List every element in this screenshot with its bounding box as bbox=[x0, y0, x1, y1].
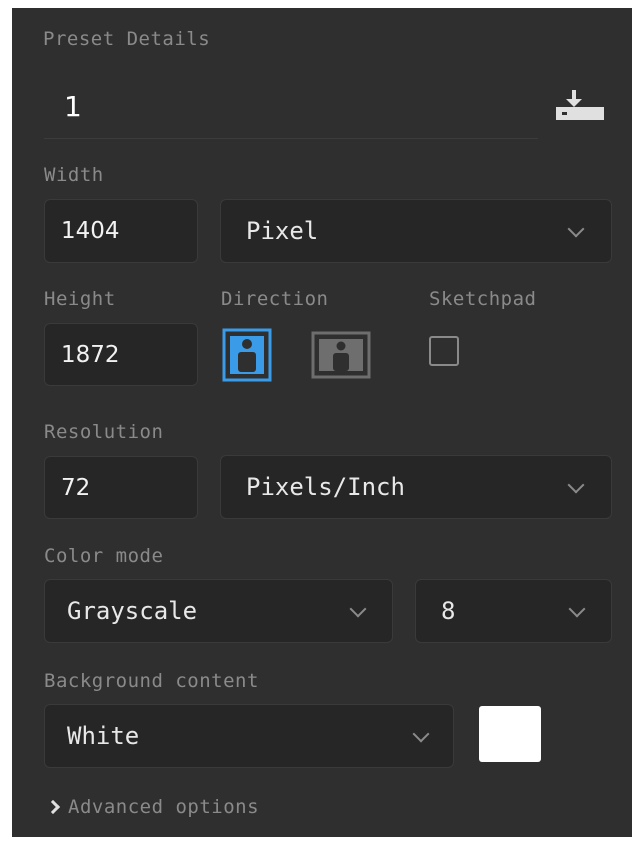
chevron-down-icon bbox=[412, 725, 430, 743]
width-unit-value: Pixel bbox=[246, 217, 319, 245]
bit-depth-select[interactable]: 8 bbox=[415, 579, 612, 643]
resolution-input[interactable]: 72 bbox=[44, 456, 198, 519]
height-label: Height bbox=[44, 288, 116, 310]
width-value: 1404 bbox=[61, 218, 120, 244]
height-input[interactable]: 1872 bbox=[44, 323, 198, 386]
width-label: Width bbox=[44, 164, 104, 186]
resolution-unit-select[interactable]: Pixels/Inch bbox=[220, 455, 612, 519]
advanced-options-toggle[interactable]: Advanced options bbox=[45, 794, 260, 820]
chevron-down-icon bbox=[567, 220, 585, 238]
portrait-icon bbox=[222, 328, 272, 382]
advanced-options-label: Advanced options bbox=[68, 796, 260, 818]
resolution-unit-value: Pixels/Inch bbox=[246, 473, 405, 501]
background-content-select[interactable]: White bbox=[44, 704, 454, 768]
preset-name-field[interactable]: 1 bbox=[44, 76, 538, 139]
portrait-direction-button[interactable] bbox=[222, 328, 272, 382]
landscape-direction-button[interactable] bbox=[311, 331, 371, 379]
color-mode-select[interactable]: Grayscale bbox=[44, 579, 393, 643]
chevron-down-icon bbox=[568, 600, 586, 618]
direction-label: Direction bbox=[221, 288, 329, 310]
width-unit-select[interactable]: Pixel bbox=[220, 199, 612, 263]
preset-details-label: Preset Details bbox=[43, 28, 211, 50]
bit-depth-value: 8 bbox=[441, 597, 456, 625]
chevron-down-icon bbox=[567, 476, 585, 494]
chevron-down-icon bbox=[349, 600, 367, 618]
color-mode-value: Grayscale bbox=[67, 597, 198, 625]
preset-name-value: 1 bbox=[64, 90, 82, 123]
color-mode-label: Color mode bbox=[44, 545, 164, 567]
download-save-icon bbox=[556, 90, 604, 120]
background-content-label: Background content bbox=[44, 670, 259, 692]
background-color-swatch[interactable] bbox=[479, 706, 541, 762]
preset-details-panel: Preset Details 1 Width 1404 Pixel Height… bbox=[12, 8, 632, 837]
sketchpad-label: Sketchpad bbox=[429, 288, 537, 310]
background-content-value: White bbox=[67, 722, 140, 750]
resolution-label: Resolution bbox=[44, 421, 164, 443]
landscape-icon bbox=[311, 331, 371, 379]
resolution-value: 72 bbox=[61, 474, 91, 501]
sketchpad-checkbox[interactable] bbox=[429, 336, 459, 366]
height-value: 1872 bbox=[61, 341, 120, 368]
chevron-right-icon bbox=[45, 799, 61, 815]
save-preset-button[interactable] bbox=[554, 88, 608, 124]
width-input[interactable]: 1404 bbox=[44, 199, 198, 263]
